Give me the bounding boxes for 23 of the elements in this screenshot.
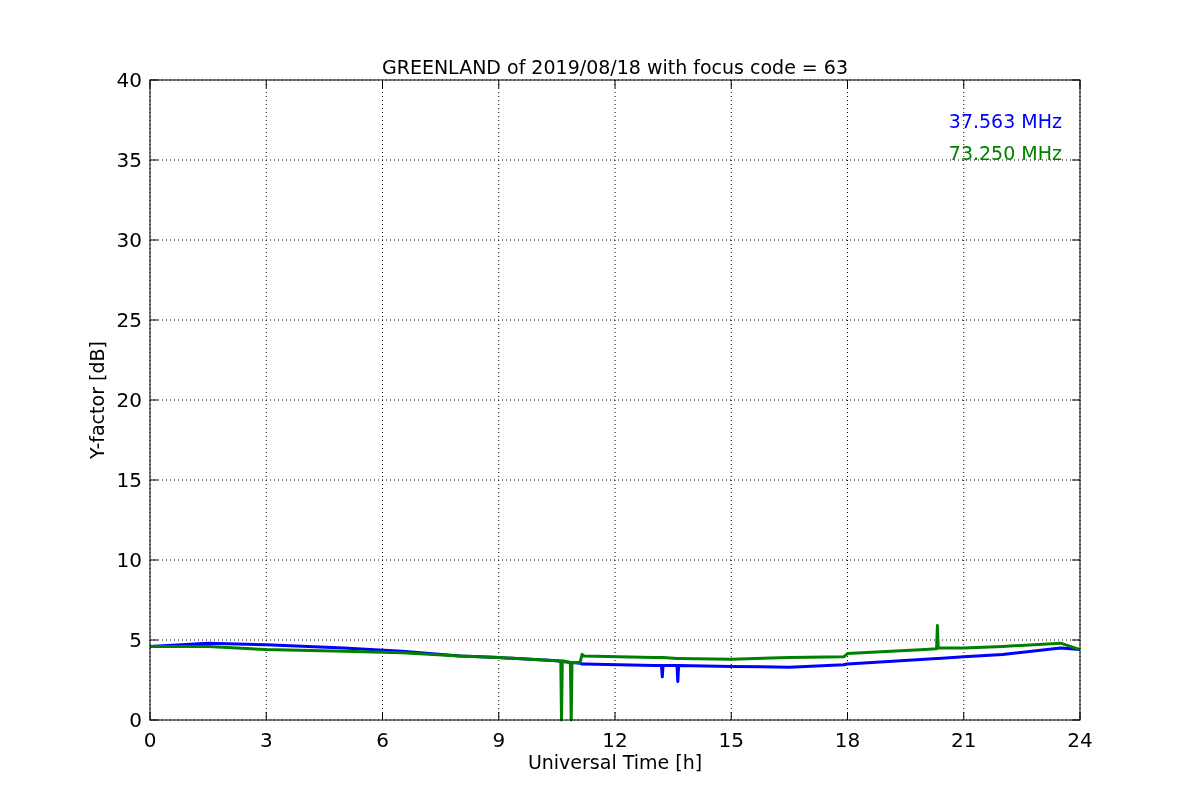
- y-tick-label: 0: [129, 708, 142, 732]
- x-tick-label: 21: [951, 728, 977, 752]
- x-tick-label: 0: [143, 728, 157, 752]
- y-tick-label: 30: [116, 228, 142, 252]
- legend-label: 73.250 MHz: [948, 142, 1062, 164]
- chart-title: GREENLAND of 2019/08/18 with focus code = 63: [382, 56, 848, 78]
- y-tick-label: 25: [116, 308, 142, 332]
- y-tick-label: 5: [129, 628, 142, 652]
- y-tick-label: 40: [116, 68, 142, 92]
- y-tick-label: 35: [116, 148, 142, 172]
- y-tick-label: 20: [116, 388, 142, 412]
- x-tick-label: 3: [259, 728, 273, 752]
- x-tick-label: 15: [718, 728, 744, 752]
- x-tick-label: 12: [602, 728, 628, 752]
- y-axis-label: Y-factor [dB]: [86, 341, 108, 459]
- x-tick-label: 18: [834, 728, 861, 752]
- x-tick-label: 9: [492, 728, 506, 752]
- x-axis-label: Universal Time [h]: [527, 751, 703, 773]
- x-tick-label: 24: [1067, 728, 1093, 752]
- y-tick-label: 10: [116, 548, 142, 572]
- x-tick-label: 6: [376, 728, 389, 752]
- y-tick-label: 15: [116, 468, 142, 492]
- legend-label: 37.563 MHz: [948, 110, 1062, 132]
